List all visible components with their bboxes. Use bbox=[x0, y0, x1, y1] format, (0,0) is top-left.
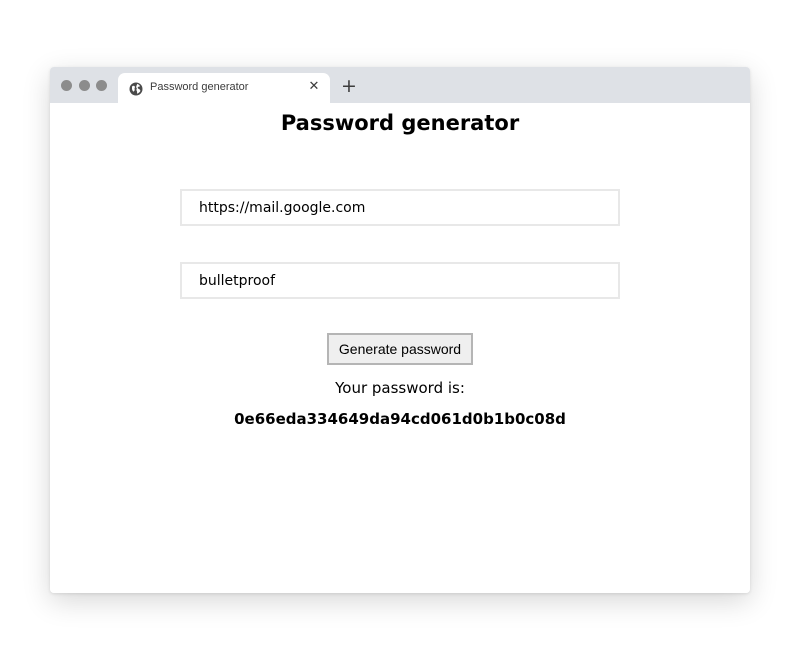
result-label: Your password is: bbox=[335, 379, 465, 397]
url-input[interactable] bbox=[180, 189, 620, 226]
page-content: Password generator Generate password You… bbox=[50, 103, 750, 593]
window-maximize-dot[interactable] bbox=[96, 80, 107, 91]
tab-password-generator[interactable]: Password generator ✕ bbox=[118, 73, 330, 103]
browser-window: Password generator ✕ + Password generato… bbox=[50, 67, 750, 593]
generate-password-button[interactable]: Generate password bbox=[327, 333, 473, 365]
generated-password: 0e66eda334649da94cd061d0b1b0c08d bbox=[234, 410, 566, 428]
browser-titlebar: Password generator ✕ + bbox=[50, 67, 750, 103]
tab-close-icon[interactable]: ✕ bbox=[307, 79, 321, 95]
globe-icon bbox=[129, 81, 143, 96]
tab-title: Password generator bbox=[150, 81, 249, 93]
page-title: Password generator bbox=[280, 111, 520, 135]
new-tab-plus-icon[interactable]: + bbox=[340, 76, 358, 96]
window-minimize-dot[interactable] bbox=[79, 80, 90, 91]
secret-input[interactable] bbox=[180, 262, 620, 299]
window-close-dot[interactable] bbox=[61, 80, 72, 91]
